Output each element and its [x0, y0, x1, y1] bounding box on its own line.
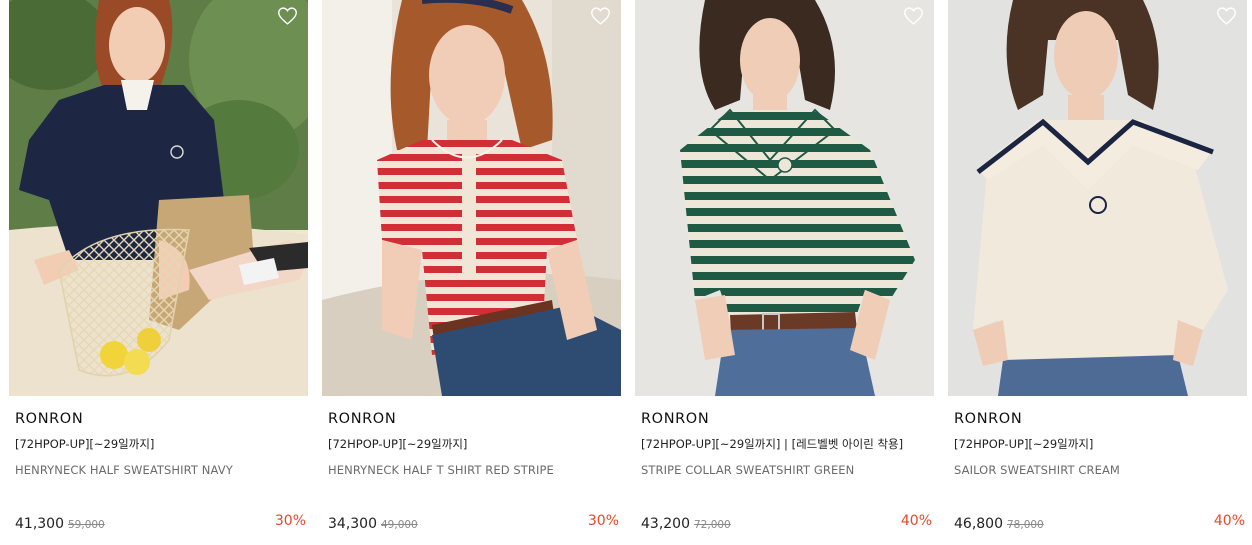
product-image[interactable]: [322, 0, 621, 396]
price-group: 46,800 78,000: [954, 513, 1044, 532]
product-grid: RONRON [72HPOP-UP][~29일까지] HENRYNECK HAL…: [0, 0, 1252, 545]
product-card[interactable]: RONRON [72HPOP-UP][~29일까지] HENRYNECK HAL…: [322, 0, 621, 545]
sale-price: 46,800: [954, 516, 1003, 532]
promo-text: [72HPOP-UP][~29일까지]: [15, 437, 155, 451]
wishlist-heart-icon[interactable]: [277, 6, 298, 26]
price-group: 43,200 72,000: [641, 513, 731, 532]
price-group: 41,300 59,000: [15, 513, 105, 532]
promo-text: [72HPOP-UP][~29일까지]: [328, 437, 468, 451]
wishlist-heart-icon[interactable]: [903, 6, 924, 26]
brand-name[interactable]: RONRON: [641, 411, 709, 427]
product-name[interactable]: SAILOR SWEATSHIRT CREAM: [954, 463, 1120, 477]
product-name[interactable]: HENRYNECK HALF T SHIRT RED STRIPE: [328, 463, 554, 477]
brand-name[interactable]: RONRON: [954, 411, 1022, 427]
brand-name[interactable]: RONRON: [15, 411, 83, 427]
sale-price: 34,300: [328, 516, 377, 532]
discount-rate: 30%: [587, 513, 619, 529]
brand-name[interactable]: RONRON: [328, 411, 396, 427]
price-group: 34,300 49,000: [328, 513, 418, 532]
wishlist-heart-icon[interactable]: [590, 6, 611, 26]
promo-text: [72HPOP-UP][~29일까지] | [레드벨벳 아이린 착용]: [641, 437, 904, 451]
promo-text: [72HPOP-UP][~29일까지]: [954, 437, 1094, 451]
original-price: 72,000: [694, 519, 731, 531]
sale-price: 43,200: [641, 516, 690, 532]
discount-rate: 30%: [274, 513, 306, 529]
original-price: 49,000: [381, 519, 418, 531]
product-name[interactable]: STRIPE COLLAR SWEATSHIRT GREEN: [641, 463, 854, 477]
product-image[interactable]: [635, 0, 934, 396]
original-price: 59,000: [68, 519, 105, 531]
product-card[interactable]: RONRON [72HPOP-UP][~29일까지] | [레드벨벳 아이린 착…: [635, 0, 934, 545]
product-image[interactable]: [948, 0, 1247, 396]
product-image[interactable]: [9, 0, 308, 396]
discount-rate: 40%: [900, 513, 932, 529]
wishlist-heart-icon[interactable]: [1216, 6, 1237, 26]
product-name[interactable]: HENRYNECK HALF SWEATSHIRT NAVY: [15, 463, 233, 477]
discount-rate: 40%: [1213, 513, 1245, 529]
original-price: 78,000: [1007, 519, 1044, 531]
sale-price: 41,300: [15, 516, 64, 532]
product-card[interactable]: RONRON [72HPOP-UP][~29일까지] SAILOR SWEATS…: [948, 0, 1247, 545]
product-card[interactable]: RONRON [72HPOP-UP][~29일까지] HENRYNECK HAL…: [9, 0, 308, 545]
